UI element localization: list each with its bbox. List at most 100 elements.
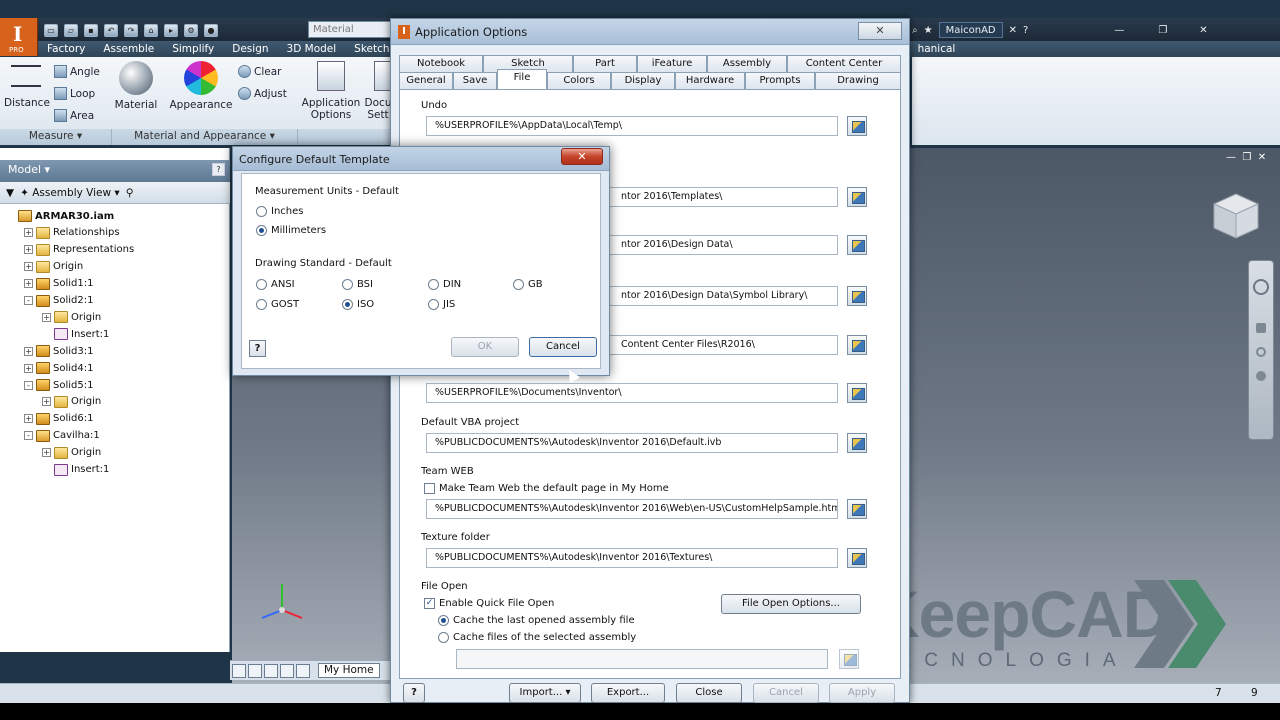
ribbon-tab[interactable]: hanical — [909, 43, 965, 55]
tree-item[interactable]: + Origin — [42, 445, 101, 461]
cache-last-radio-dot[interactable] — [438, 615, 449, 626]
expand-toggle-icon[interactable]: - — [24, 431, 33, 441]
tree-item[interactable]: - Cavilha:1 — [24, 428, 100, 444]
standard-gost-dot[interactable] — [256, 299, 267, 310]
pan-icon[interactable] — [1256, 323, 1266, 333]
tree-item[interactable]: + Origin — [24, 259, 83, 275]
select-icon[interactable]: ▸ — [164, 23, 178, 37]
tree-item[interactable]: - Solid2:1 — [24, 293, 93, 309]
quick-open-checkbox-box[interactable]: ✓ — [424, 598, 435, 609]
material-dropdown[interactable]: Material — [308, 21, 392, 38]
area-button[interactable]: Area — [54, 109, 94, 122]
team-web-path-field[interactable]: %PUBLICDOCUMENTS%\Autodesk\Inventor 2016… — [426, 499, 838, 519]
millimeters-radio[interactable]: Millimeters — [256, 225, 326, 236]
tab-content-center[interactable]: Content Center — [787, 55, 901, 72]
standard-bsi-radio[interactable]: BSI — [342, 279, 373, 290]
standard-iso-dot[interactable] — [342, 299, 353, 310]
content-center-browse-button[interactable] — [847, 335, 867, 355]
tree-item[interactable]: ARMAR30.iam — [6, 208, 114, 224]
save-icon[interactable]: ▪ — [84, 23, 98, 37]
ribbon-group-measure[interactable]: Measure ▾ — [0, 129, 112, 145]
tree-item[interactable]: + Solid4:1 — [24, 360, 93, 376]
view-tile-icon[interactable] — [232, 663, 246, 678]
appearance-icon[interactable]: ● — [204, 23, 218, 37]
view-vertical-icon[interactable] — [280, 663, 294, 678]
tree-item[interactable]: + Solid1:1 — [24, 276, 93, 292]
appearance-button[interactable]: Appearance — [168, 61, 234, 111]
standard-iso-radio[interactable]: ISO — [342, 299, 374, 310]
steering-wheel-icon[interactable] — [1253, 279, 1269, 295]
ribbon-tab[interactable]: Factory — [38, 43, 94, 55]
material-button[interactable]: Material — [112, 61, 160, 111]
assembly-view-dropdown[interactable]: ✦ Assembly View ▾ — [20, 187, 120, 199]
inches-radio-dot[interactable] — [256, 206, 267, 217]
undo-path-field[interactable]: %USERPROFILE%\AppData\Local\Temp\ — [426, 116, 838, 136]
templates-browse-button[interactable] — [847, 187, 867, 207]
ribbon-tab[interactable]: Simplify — [163, 43, 223, 55]
viewcube[interactable] — [1210, 190, 1262, 242]
expand-toggle-icon[interactable]: - — [24, 380, 33, 390]
ribbon-tab[interactable]: Assemble — [94, 43, 163, 55]
texture-browse-button[interactable] — [847, 548, 867, 568]
cache-assembly-browse-button[interactable] — [839, 649, 859, 669]
zoom-icon[interactable] — [1256, 347, 1266, 357]
my-home-tab[interactable]: My Home — [318, 663, 380, 678]
viewport-close-icon[interactable]: ✕ — [1258, 152, 1266, 163]
redo-icon[interactable]: ↷ — [124, 23, 138, 37]
standard-ansi-dot[interactable] — [256, 279, 267, 290]
tab-drawing[interactable]: Drawing — [815, 72, 901, 89]
tree-item[interactable]: + Relationships — [24, 225, 120, 241]
adjust-button[interactable]: Adjust — [238, 87, 287, 100]
browser-help-icon[interactable]: ? — [212, 163, 225, 176]
undo-browse-button[interactable] — [847, 116, 867, 136]
expand-toggle-icon[interactable]: + — [24, 363, 33, 373]
loop-button[interactable]: Loop — [54, 87, 95, 100]
tree-item[interactable]: + Origin — [42, 394, 101, 410]
tree-item[interactable]: + Solid6:1 — [24, 411, 93, 427]
design-data-browse-button[interactable] — [847, 235, 867, 255]
expand-toggle-icon[interactable]: + — [42, 312, 51, 322]
expand-toggle-icon[interactable]: + — [24, 262, 33, 272]
cache-selected-radio-dot[interactable] — [438, 632, 449, 643]
tab-colors[interactable]: Colors — [547, 72, 611, 89]
file-open-options-button[interactable]: File Open Options... — [721, 594, 861, 614]
app-options-close-button[interactable]: ✕ — [858, 22, 902, 40]
expand-toggle-icon[interactable]: + — [24, 245, 33, 255]
standard-gost-radio[interactable]: GOST — [256, 299, 299, 310]
tab-general[interactable]: General — [399, 72, 453, 89]
tab-notebook[interactable]: Notebook — [399, 55, 483, 72]
view-up-icon[interactable] — [296, 663, 310, 678]
cache-assembly-field[interactable] — [456, 649, 828, 669]
tree-item[interactable]: + Solid3:1 — [24, 343, 93, 359]
tab-hardware[interactable]: Hardware — [675, 72, 745, 89]
vba-browse-button[interactable] — [847, 433, 867, 453]
standard-gb-radio[interactable]: GB — [513, 279, 543, 290]
tab-assembly[interactable]: Assembly — [707, 55, 787, 72]
viewport-restore-icon[interactable]: ❐ — [1242, 152, 1251, 163]
tree-item[interactable]: Insert:1 — [42, 462, 109, 478]
import-button[interactable]: Import... ▾ — [509, 683, 581, 703]
app-options-titlebar[interactable]: I Application Options ✕ — [391, 19, 909, 45]
symbol-library-browse-button[interactable] — [847, 286, 867, 306]
exchange-icon[interactable]: ✕ — [1009, 25, 1017, 36]
find-icon[interactable]: ⚲ — [126, 187, 134, 199]
close-button[interactable]: Close — [676, 683, 742, 703]
new-icon[interactable]: ▭ — [44, 23, 58, 37]
tree-item[interactable]: + Representations — [24, 242, 134, 258]
tree-item[interactable]: - Solid5:1 — [24, 377, 93, 393]
texture-path-field[interactable]: %PUBLICDOCUMENTS%\Autodesk\Inventor 2016… — [426, 548, 838, 568]
favorite-icon[interactable]: ★ — [924, 25, 933, 36]
vba-path-field[interactable]: %PUBLICDOCUMENTS%\Autodesk\Inventor 2016… — [426, 433, 838, 453]
cdt-help-button[interactable]: ? — [249, 340, 266, 357]
tab-prompts[interactable]: Prompts — [745, 72, 815, 89]
restore-icon[interactable]: ❐ — [1158, 25, 1167, 36]
standard-ansi-radio[interactable]: ANSI — [256, 279, 295, 290]
cdt-titlebar[interactable]: Configure Default Template ✕ — [233, 147, 609, 171]
user-account[interactable]: MaiconAD — [938, 22, 1003, 38]
orbit-icon[interactable] — [1256, 371, 1266, 381]
minimize-icon[interactable]: — — [1114, 25, 1124, 36]
team-web-browse-button[interactable] — [847, 499, 867, 519]
quick-open-checkbox[interactable]: ✓ Enable Quick File Open — [424, 598, 554, 609]
browser-header[interactable]: Model ▾ ? — [0, 160, 230, 182]
cache-last-radio[interactable]: Cache the last opened assembly file — [438, 615, 635, 626]
